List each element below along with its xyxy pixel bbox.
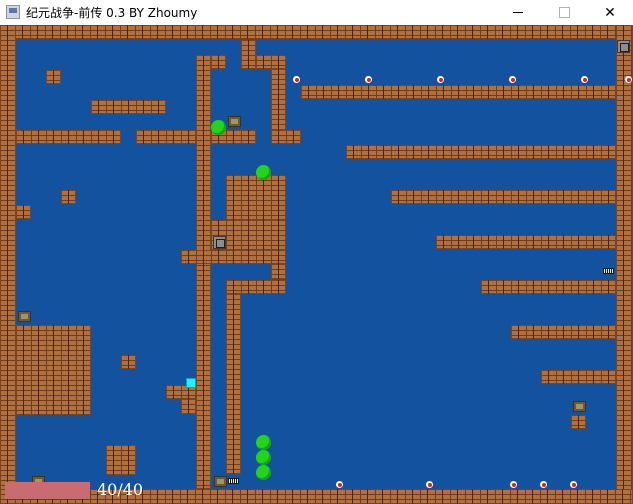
brick-wall xyxy=(226,280,286,294)
brick-wall xyxy=(271,264,286,279)
green-ball xyxy=(256,435,271,450)
crate-icon xyxy=(573,401,586,412)
minimize-button[interactable] xyxy=(495,0,541,25)
brick-wall xyxy=(16,325,91,415)
vault-icon xyxy=(617,40,630,53)
red-gem xyxy=(365,76,372,83)
red-gem xyxy=(437,76,444,83)
red-gem xyxy=(625,76,632,83)
brick-wall xyxy=(301,85,616,99)
green-ball xyxy=(256,465,271,480)
brick-wall xyxy=(106,445,136,475)
close-button[interactable]: ✕ xyxy=(587,0,633,25)
red-gem xyxy=(581,76,588,83)
brick-wall xyxy=(616,25,633,504)
brick-wall xyxy=(511,325,616,339)
brick-wall xyxy=(271,69,286,130)
app-icon xyxy=(6,5,20,19)
brick-wall xyxy=(0,25,16,504)
brick-wall xyxy=(346,145,616,159)
maximize-button[interactable] xyxy=(541,0,587,25)
brick-wall xyxy=(136,130,196,144)
minimize-icon xyxy=(513,12,523,13)
brick-wall xyxy=(46,70,61,84)
player-character xyxy=(186,378,196,388)
crate-icon xyxy=(214,476,227,487)
grate-icon xyxy=(228,478,239,484)
vault-icon xyxy=(213,236,226,249)
red-gem xyxy=(293,76,300,83)
green-ball xyxy=(256,165,271,180)
brick-wall xyxy=(0,489,633,504)
crate-icon xyxy=(18,311,31,322)
brick-wall xyxy=(436,235,616,249)
red-gem xyxy=(540,481,547,488)
brick-wall xyxy=(181,250,286,264)
red-gem xyxy=(510,481,517,488)
brick-wall xyxy=(0,25,633,39)
window-title: 纪元战争-前传 0.3 BY Zhoumy xyxy=(26,6,198,20)
title-bar[interactable]: 纪元战争-前传 0.3 BY Zhoumy ✕ xyxy=(0,0,633,25)
red-gem xyxy=(570,481,577,488)
red-gem xyxy=(509,76,516,83)
hp-bar xyxy=(5,482,90,499)
close-icon: ✕ xyxy=(604,4,616,21)
red-gem xyxy=(336,481,343,488)
brick-wall xyxy=(61,190,76,204)
brick-wall xyxy=(91,100,166,114)
brick-wall xyxy=(571,415,586,429)
brick-wall xyxy=(541,370,616,384)
brick-wall xyxy=(391,190,616,204)
brick-wall xyxy=(196,55,211,489)
brick-wall xyxy=(16,205,31,219)
crate-icon xyxy=(228,116,241,127)
maximize-icon xyxy=(558,7,570,18)
brick-wall xyxy=(271,130,301,144)
brick-wall xyxy=(211,55,226,69)
brick-wall xyxy=(241,40,256,69)
game-window: 纪元战争-前传 0.3 BY Zhoumy ✕ 40/40 xyxy=(0,0,633,504)
brick-wall xyxy=(226,294,241,474)
brick-wall xyxy=(481,280,616,294)
red-gem xyxy=(426,481,433,488)
green-ball xyxy=(256,450,271,465)
grate-icon xyxy=(603,268,614,274)
brick-wall xyxy=(121,355,136,369)
game-canvas[interactable]: 40/40 xyxy=(0,25,633,504)
brick-wall xyxy=(16,130,121,144)
brick-wall xyxy=(181,399,196,414)
green-ball xyxy=(211,120,226,135)
brick-wall xyxy=(256,55,286,69)
hp-readout: 40/40 xyxy=(97,480,144,499)
brick-wall xyxy=(226,175,286,220)
